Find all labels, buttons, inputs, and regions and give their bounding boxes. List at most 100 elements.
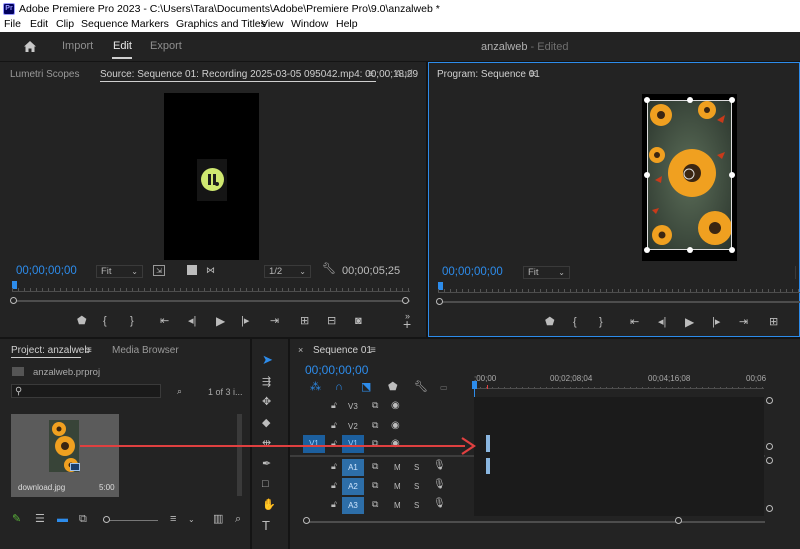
- home-icon[interactable]: [23, 40, 37, 53]
- program-fit-dropdown[interactable]: Fit ⌄: [523, 266, 570, 279]
- lock-icon[interactable]: 🔓︎: [331, 480, 337, 491]
- track-lanes[interactable]: [474, 397, 764, 516]
- mark-out-icon[interactable]: }: [599, 317, 603, 328]
- icon-view-icon[interactable]: ▬: [57, 514, 68, 525]
- tab-export[interactable]: Export: [150, 40, 182, 52]
- transform-handle[interactable]: [687, 97, 693, 103]
- tab-media-browser[interactable]: Media Browser: [112, 345, 179, 356]
- step-forward-icon[interactable]: |▸: [712, 317, 720, 328]
- track-target-v1[interactable]: V1: [342, 435, 364, 453]
- lock-icon[interactable]: 🔓︎: [331, 400, 337, 411]
- export-frame-icon[interactable]: ◙: [355, 316, 362, 327]
- insert-icon[interactable]: ⊞: [300, 316, 309, 327]
- go-to-in-icon[interactable]: ⇤: [630, 317, 639, 328]
- zoom-handle-left[interactable]: [303, 517, 310, 524]
- mute-button[interactable]: M: [394, 501, 401, 510]
- close-icon[interactable]: ×: [298, 345, 303, 356]
- track-target-a1[interactable]: A1: [342, 459, 364, 476]
- zoom-slider[interactable]: [103, 520, 158, 521]
- list-view-icon[interactable]: ☰: [35, 514, 45, 525]
- source-time-ruler[interactable]: [12, 282, 410, 292]
- timeline-time-ruler[interactable]: [474, 381, 764, 389]
- zoom-handle-left[interactable]: [10, 297, 17, 304]
- program-time-ruler[interactable]: [438, 283, 800, 293]
- panel-menu-icon[interactable]: ≡: [86, 345, 92, 356]
- vertical-zoom-handle[interactable]: [766, 443, 773, 450]
- find-icon[interactable]: ⌕: [235, 514, 241, 525]
- microphone-icon[interactable]: 🎙︎: [433, 498, 446, 509]
- hand-tool-icon[interactable]: ✋: [262, 500, 276, 511]
- eye-icon[interactable]: ◉: [391, 400, 400, 411]
- menu-view[interactable]: View: [261, 18, 284, 30]
- type-tool-icon[interactable]: T: [262, 519, 270, 532]
- sync-lock-icon[interactable]: ⧉: [372, 461, 378, 472]
- pencil-icon[interactable]: ✎: [12, 514, 21, 525]
- ripple-edit-tool-icon[interactable]: ✥: [262, 397, 271, 408]
- panel-menu-icon[interactable]: ≡: [530, 69, 536, 80]
- track-target-a2[interactable]: A2: [342, 478, 364, 495]
- solo-button[interactable]: S: [414, 463, 419, 472]
- drag-film-icon[interactable]: [187, 265, 197, 275]
- vertical-zoom-handle[interactable]: [766, 505, 773, 512]
- tab-edit[interactable]: Edit: [113, 40, 132, 52]
- project-scrollbar[interactable]: [237, 414, 242, 496]
- track-label-v2[interactable]: V2: [348, 422, 358, 431]
- transform-handle[interactable]: [729, 97, 735, 103]
- add-marker-icon[interactable]: ⬟: [545, 317, 555, 328]
- timeline-playhead[interactable]: [472, 381, 477, 389]
- drag-audio-icon[interactable]: ⋈: [206, 265, 215, 276]
- transform-handle[interactable]: [644, 172, 650, 178]
- tab-lumetri-scopes[interactable]: Lumetri Scopes: [10, 69, 79, 80]
- menu-edit[interactable]: Edit: [30, 18, 48, 30]
- program-timecode[interactable]: 00;00;00;00: [442, 266, 503, 278]
- razor-tool-icon[interactable]: ◆: [262, 418, 270, 429]
- transform-handle[interactable]: [644, 97, 650, 103]
- transform-handle[interactable]: [644, 247, 650, 253]
- transform-bounding-box[interactable]: [647, 100, 732, 250]
- clip-thumbnail-card[interactable]: download.jpg 5:00: [11, 414, 119, 497]
- solo-button[interactable]: S: [414, 501, 419, 510]
- transform-handle[interactable]: [729, 247, 735, 253]
- source-zoom-scrollbar[interactable]: [12, 300, 410, 302]
- selection-tool-icon[interactable]: ➤: [262, 353, 273, 366]
- menu-window[interactable]: Window: [291, 18, 328, 30]
- automate-to-sequence-icon[interactable]: ▥: [213, 514, 223, 525]
- captions-icon[interactable]: ▭: [440, 382, 448, 393]
- transform-handle[interactable]: [687, 247, 693, 253]
- step-forward-icon[interactable]: |▸: [241, 316, 249, 327]
- menu-file[interactable]: File: [4, 18, 21, 30]
- tab-program-monitor[interactable]: Program: Sequence 01: [437, 69, 540, 80]
- mark-in-icon[interactable]: {: [103, 316, 107, 327]
- freeform-view-icon[interactable]: ⧉: [79, 514, 87, 525]
- search-input[interactable]: ⚲: [11, 384, 161, 398]
- source-patch-v1[interactable]: V1: [303, 435, 325, 453]
- play-icon[interactable]: ▶: [216, 315, 225, 327]
- source-resolution-dropdown[interactable]: 1/2 ⌄: [264, 265, 311, 278]
- timeline-timecode[interactable]: 00;00;00;00: [305, 363, 368, 377]
- go-to-out-icon[interactable]: ⇥: [739, 317, 748, 328]
- zoom-handle-right[interactable]: [675, 517, 682, 524]
- tab-import[interactable]: Import: [62, 40, 93, 52]
- menu-graphics-and-titles[interactable]: Graphics and Titles: [176, 18, 266, 30]
- sync-lock-icon[interactable]: ⧉: [372, 480, 378, 491]
- rectangle-tool-icon[interactable]: □: [262, 479, 269, 490]
- slip-tool-icon[interactable]: ⇹: [262, 438, 271, 449]
- sort-icon[interactable]: ≡: [170, 514, 176, 525]
- source-timecode[interactable]: 00;00;00;00: [16, 265, 77, 277]
- find-icon[interactable]: ⌕: [177, 386, 182, 397]
- menu-markers[interactable]: Markers: [131, 18, 169, 30]
- program-zoom-scrollbar[interactable]: [438, 301, 800, 303]
- mark-out-icon[interactable]: }: [130, 316, 134, 327]
- add-marker-icon[interactable]: ⬟: [77, 316, 87, 327]
- mark-in-icon[interactable]: {: [573, 317, 577, 328]
- microphone-icon[interactable]: 🎙︎: [433, 460, 446, 471]
- step-back-icon[interactable]: ◂|: [188, 316, 196, 327]
- go-to-out-icon[interactable]: ⇥: [270, 316, 279, 327]
- mute-button[interactable]: M: [394, 463, 401, 472]
- panel-menu-icon[interactable]: ≡: [368, 69, 374, 80]
- overwrite-icon[interactable]: ⊟: [327, 316, 336, 327]
- timeline-horizontal-scrollbar[interactable]: [305, 521, 765, 523]
- wrench-icon[interactable]: 🔧︎: [414, 382, 428, 393]
- solo-button[interactable]: S: [414, 482, 419, 491]
- vertical-zoom-handle[interactable]: [766, 397, 773, 404]
